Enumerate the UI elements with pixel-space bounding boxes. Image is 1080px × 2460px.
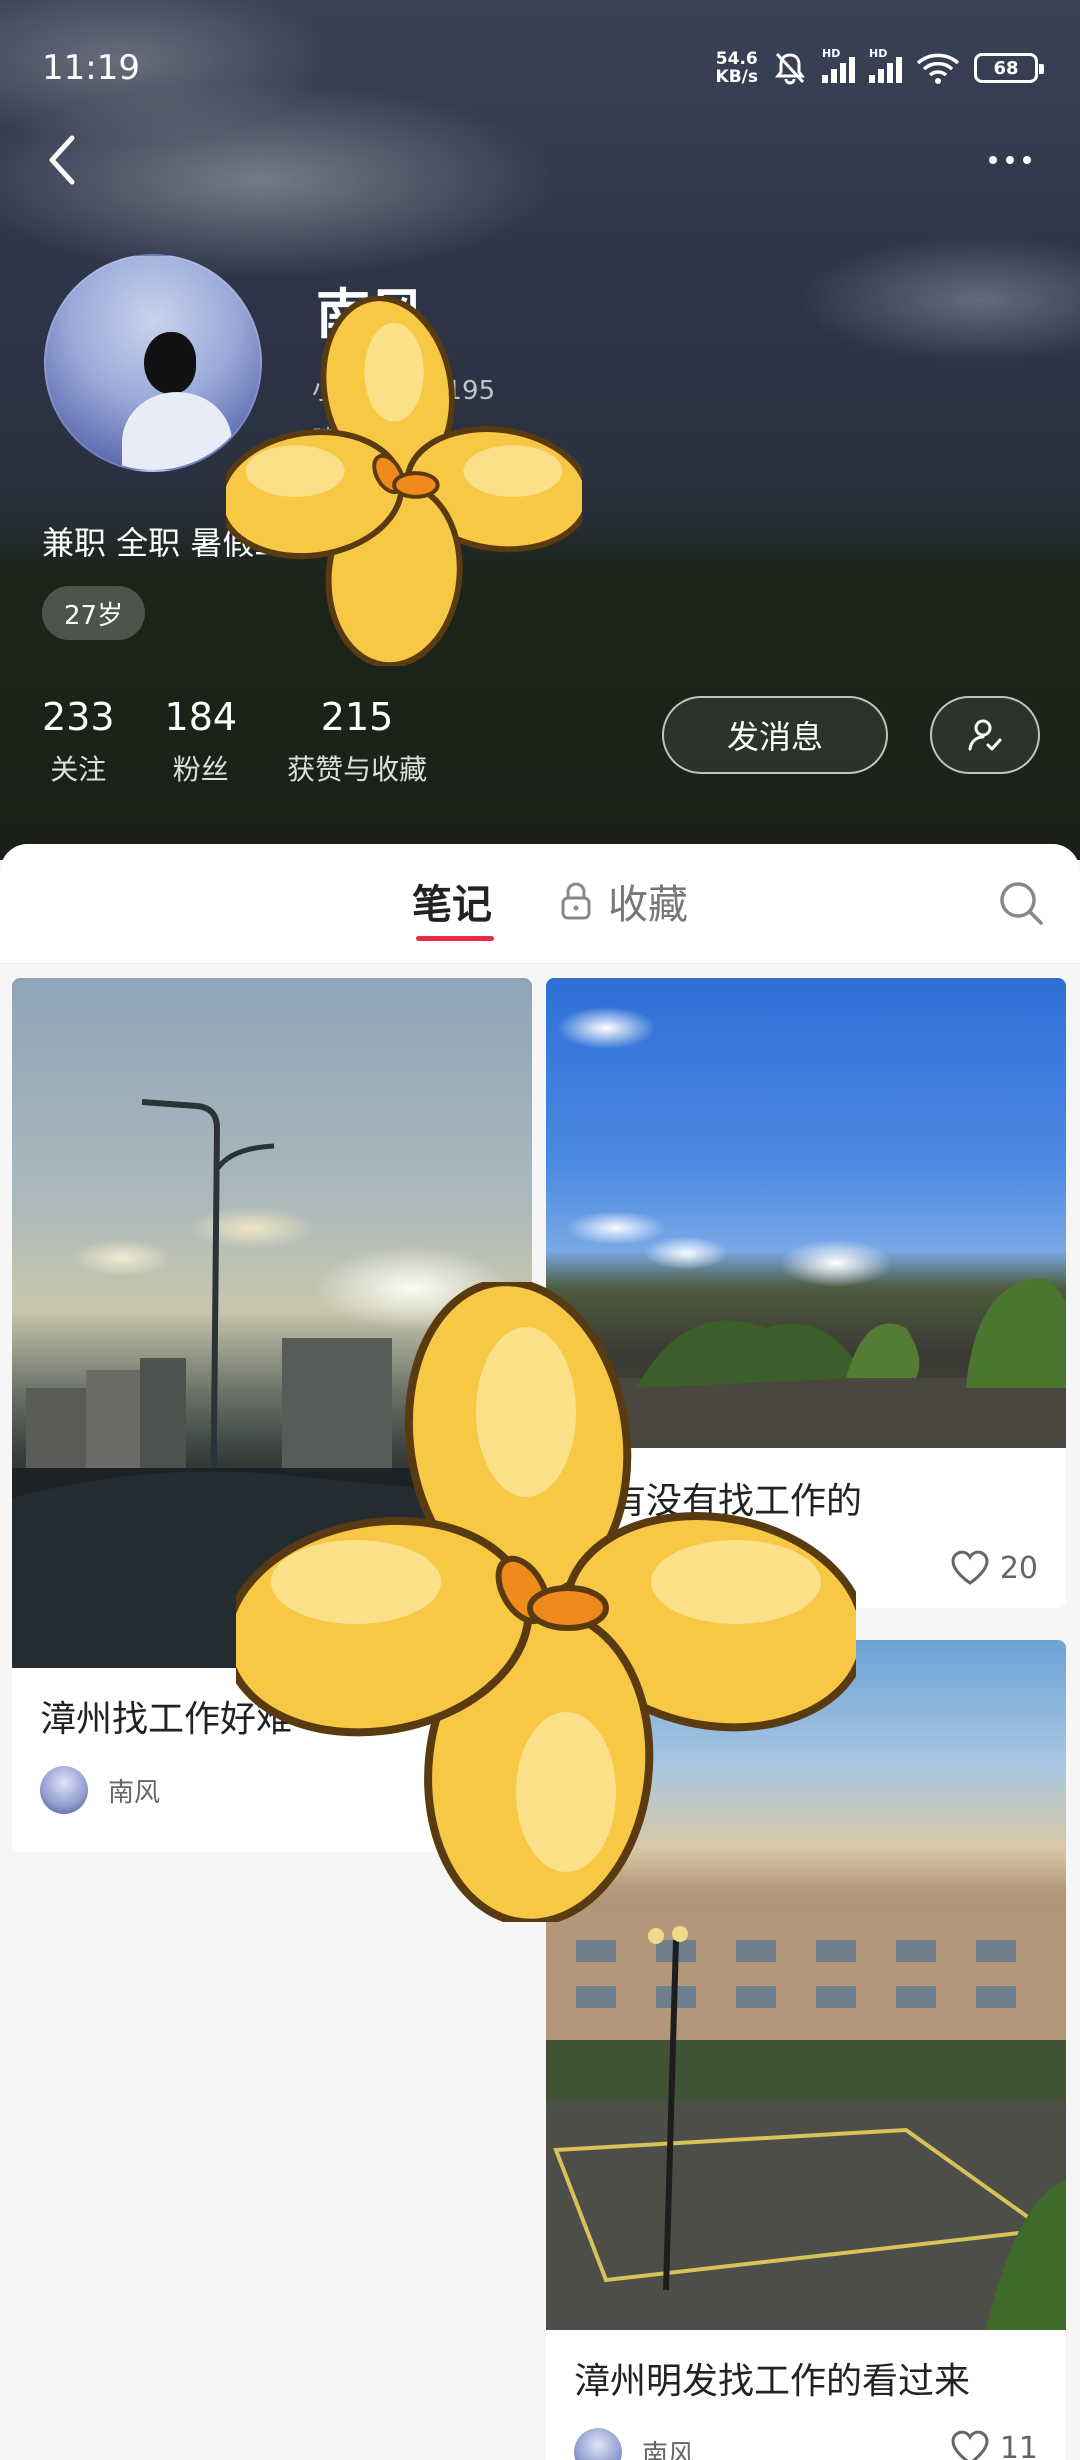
profile-bio: 兼职 全职 暑假工都 bbox=[42, 524, 319, 562]
like-count[interactable]: 11 bbox=[950, 2430, 1038, 2460]
note-author[interactable]: 南风 bbox=[40, 1766, 160, 1814]
note-cover-image bbox=[546, 1640, 1066, 2330]
search-icon[interactable] bbox=[996, 878, 1046, 928]
note-card[interactable]: 州有没有找工作的 20 bbox=[546, 978, 1066, 1608]
age-tag: 27岁 bbox=[42, 586, 146, 640]
note-author[interactable]: 南风 bbox=[574, 2428, 694, 2460]
back-arrow-icon[interactable] bbox=[40, 130, 90, 190]
tab-collections[interactable]: 收藏 bbox=[558, 872, 688, 930]
profile-id: 小 876712195 bbox=[312, 376, 496, 406]
status-icons: 54.6 KB/s HD HD 68 bbox=[715, 47, 1044, 87]
like-count[interactable]: 20 bbox=[950, 1550, 1038, 1586]
notes-section: 笔记 收藏 漳州找工作好难 南风 州有没有找工作的 20 漳州明发找工作的看过来… bbox=[0, 844, 1080, 2460]
avatar[interactable] bbox=[44, 254, 262, 472]
note-title: 漳州明发找工作的看过来 bbox=[574, 2361, 971, 2402]
profile-header: 11:19 54.6 KB/s HD HD 68 南风 小 876712195 … bbox=[0, 0, 1080, 860]
ip-location: 建 bbox=[312, 426, 339, 456]
signal-icon: HD bbox=[822, 47, 855, 83]
note-card[interactable]: 漳州明发找工作的看过来 南风 11 bbox=[546, 1640, 1066, 2460]
bell-muted-icon bbox=[775, 52, 805, 85]
heart-icon bbox=[951, 2430, 989, 2460]
stat-likes-collections[interactable]: 215 获赞与收藏 bbox=[287, 694, 427, 788]
header-background-trees bbox=[0, 520, 1080, 860]
campus-building-illustration bbox=[546, 1910, 1066, 2330]
note-cover-image bbox=[12, 978, 532, 1668]
send-message-button[interactable]: 发消息 bbox=[662, 696, 888, 774]
note-cover-image bbox=[546, 978, 1066, 1448]
author-avatar bbox=[40, 1766, 88, 1814]
stat-following[interactable]: 233 关注 bbox=[42, 694, 115, 788]
more-options-icon[interactable] bbox=[980, 140, 1040, 180]
street-scene-illustration bbox=[12, 1099, 532, 1668]
note-card[interactable]: 漳州找工作好难 南风 bbox=[12, 978, 532, 1852]
note-title: 漳州找工作好难 bbox=[40, 1699, 293, 1740]
status-time: 11:19 bbox=[42, 48, 140, 88]
follow-button[interactable] bbox=[930, 696, 1040, 774]
stat-followers[interactable]: 184 粉丝 bbox=[165, 694, 238, 788]
author-avatar bbox=[574, 2428, 622, 2460]
lock-icon bbox=[561, 882, 591, 920]
wifi-icon bbox=[916, 53, 960, 84]
profile-stats: 233 关注 184 粉丝 215 获赞与收藏 bbox=[42, 694, 477, 788]
heart-icon bbox=[951, 1550, 989, 1585]
wall-trees-illustration bbox=[546, 1278, 1066, 1448]
battery-indicator: 68 bbox=[974, 53, 1044, 83]
signal-icon-2: HD bbox=[869, 47, 902, 83]
status-bar: 11:19 54.6 KB/s HD HD 68 bbox=[42, 40, 1044, 96]
network-speed: 54.6 KB/s bbox=[715, 49, 758, 87]
tab-notes[interactable]: 笔记 bbox=[412, 872, 492, 930]
note-title: 州有没有找工作的 bbox=[574, 1481, 863, 1522]
tab-bar: 笔记 收藏 bbox=[0, 844, 1080, 964]
profile-name: 南风 bbox=[316, 283, 424, 346]
user-check-icon bbox=[968, 719, 1002, 751]
active-tab-indicator bbox=[416, 936, 494, 941]
